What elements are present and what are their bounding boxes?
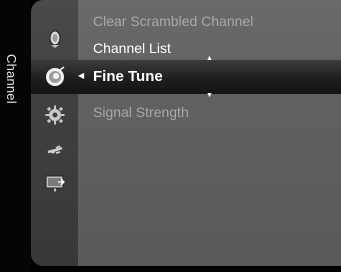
scroll-up-arrow-icon[interactable]: ▲ [206, 55, 213, 62]
selection-pointer-icon: ◀ [78, 71, 85, 80]
side-tab-label: Channel [4, 54, 19, 104]
satellite-dish-icon[interactable] [44, 28, 66, 50]
gear-icon[interactable] [44, 104, 66, 126]
tv-antenna-icon[interactable] [44, 66, 66, 88]
menu-item-signal-strength: Signal Strength [93, 104, 189, 120]
side-tab: Channel [0, 0, 31, 272]
plug-icon[interactable] [44, 140, 66, 162]
menu-item-channel-list[interactable]: Channel List [93, 40, 171, 56]
channel-menu-screen: Channel Clear Scrambled Channel Channel … [0, 0, 341, 272]
scroll-down-arrow-icon[interactable]: ▼ [206, 92, 213, 99]
menu-item-clear-scrambled-channel: Clear Scrambled Channel [93, 13, 254, 29]
menu-item-fine-tune[interactable]: Fine Tune [93, 68, 163, 85]
picture-input-icon[interactable] [44, 172, 66, 194]
